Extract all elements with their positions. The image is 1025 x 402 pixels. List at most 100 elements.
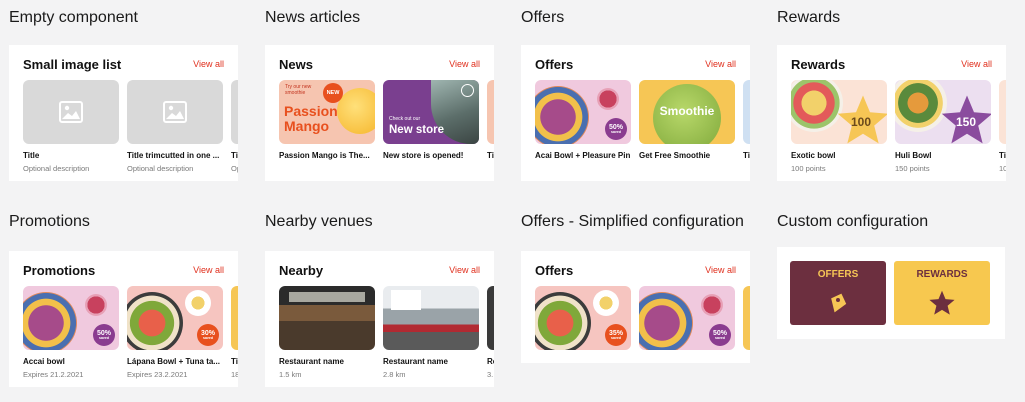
item-distance: 2.8 km	[383, 370, 406, 379]
tile-label: REWARDS	[916, 269, 968, 280]
empty-component-card: Small image list View all Title Optional…	[9, 45, 238, 181]
offer-item[interactable]	[743, 286, 750, 350]
image-icon	[163, 101, 187, 123]
news-image: Check out our New store	[383, 80, 479, 144]
offers-shortcut-tile[interactable]: OFFERS	[790, 261, 886, 325]
venue-item[interactable]: Re 3.	[487, 286, 494, 379]
offer-image	[743, 80, 750, 144]
section-title-custom: Custom configuration	[777, 213, 929, 230]
promotion-image: 30% saved	[127, 286, 223, 350]
item-title: New store is opened!	[383, 151, 464, 160]
reward-points: 100	[851, 115, 872, 129]
item-expiry: 18	[231, 370, 238, 379]
list-item[interactable]: Title trimcutted in one ... Optional des…	[127, 80, 223, 173]
image-placeholder	[23, 80, 119, 144]
side-plate	[185, 290, 211, 316]
promo-text: Smoothie	[659, 104, 715, 118]
offer-image: Smoothie	[639, 80, 735, 144]
tag-icon	[831, 293, 847, 313]
news-image: Try our new smoothie Passion Mango NEW	[279, 80, 375, 144]
item-title: Ti	[743, 151, 750, 160]
section-title-offers: Offers	[521, 9, 565, 26]
offer-item[interactable]: Ti	[743, 80, 750, 160]
discount-badge: 35% saved	[605, 324, 627, 346]
item-title: Exotic bowl	[791, 151, 836, 160]
venue-image	[487, 286, 494, 350]
item-distance: 3.	[487, 370, 494, 379]
item-title: Passion Mango is The...	[279, 151, 370, 160]
side-plate	[593, 290, 619, 316]
rewards-shortcut-tile[interactable]: REWARDS	[894, 261, 990, 325]
view-all-link[interactable]: View all	[705, 265, 736, 275]
discount-badge: 50% saved	[605, 118, 627, 140]
item-title: Ti	[231, 357, 238, 366]
view-all-link[interactable]: View all	[449, 265, 480, 275]
news-item[interactable]: Check out our New store New store is ope…	[383, 80, 479, 160]
promotion-item[interactable]: 50% saved Accai bowl Expires 21.2.2021	[23, 286, 119, 379]
item-expiry: Expires 23.2.2021	[127, 370, 188, 379]
offer-item[interactable]: 50% saved	[639, 286, 735, 350]
section-title-news: News articles	[265, 9, 361, 26]
view-all-link[interactable]: View all	[705, 59, 736, 69]
reward-image: 100	[791, 80, 887, 144]
smoothie-cup	[597, 88, 619, 110]
reward-points: 150	[956, 115, 977, 129]
item-distance: 1.5 km	[279, 370, 302, 379]
venue-item[interactable]: Restaurant name 2.8 km	[383, 286, 479, 379]
list-item[interactable]: Title Optional description	[23, 80, 119, 173]
item-title: Lápana Bowl + Tuna ta...	[127, 357, 220, 366]
item-title: Restaurant name	[279, 357, 344, 366]
item-title: Ti	[999, 151, 1006, 160]
card-heading: Small image list	[23, 56, 122, 72]
offers-simplified-card: Offers View all 35% saved 50% saved	[521, 251, 750, 363]
acai-bowl	[535, 86, 589, 144]
reward-item[interactable]: Ti 10	[999, 80, 1006, 173]
item-title: Get Free Smoothie	[639, 151, 711, 160]
promo-small-text: Check out our	[389, 116, 421, 122]
acai-bowl	[23, 292, 77, 350]
view-all-link[interactable]: View all	[449, 59, 480, 69]
item-title: Ti	[231, 151, 238, 160]
item-points: 100 points	[791, 164, 826, 173]
item-points: 10	[999, 164, 1006, 173]
reward-item[interactable]: 100 Exotic bowl 100 points	[791, 80, 887, 173]
window-light	[289, 292, 365, 302]
view-all-link[interactable]: View all	[193, 265, 224, 275]
promo-big-text: Passion Mango	[284, 103, 338, 134]
offer-image: 35% saved	[535, 286, 631, 350]
offer-image: 50% saved	[639, 286, 735, 350]
image-placeholder	[231, 80, 238, 144]
item-title: Title trimcutted in one ...	[127, 151, 220, 160]
promotion-item[interactable]: Ti 18	[231, 286, 238, 379]
item-points: 150 points	[895, 164, 930, 173]
view-all-link[interactable]: View all	[961, 59, 992, 69]
offer-item[interactable]: Smoothie Get Free Smoothie	[639, 80, 735, 160]
venue-item[interactable]: Restaurant name 1.5 km	[279, 286, 375, 379]
item-expiry: Expires 21.2.2021	[23, 370, 84, 379]
section-title-rewards: Rewards	[777, 9, 841, 26]
card-heading: Rewards	[791, 56, 846, 72]
item-title: Huli Bowl	[895, 151, 932, 160]
promo-small-text: Try our new smoothie	[285, 84, 312, 96]
card-heading: Promotions	[23, 262, 96, 278]
discount-badge: 30% saved	[197, 324, 219, 346]
list-item[interactable]: Ti Op	[231, 80, 238, 173]
news-item[interactable]: Ti	[487, 80, 494, 160]
card-heading: Offers	[535, 56, 574, 72]
item-title: Title	[23, 151, 40, 160]
view-all-link[interactable]: View all	[193, 59, 224, 69]
promotions-card: Promotions View all 50% saved Accai bowl …	[9, 251, 238, 387]
smoothie-cup	[85, 294, 107, 316]
news-item[interactable]: Try our new smoothie Passion Mango NEW P…	[279, 80, 375, 160]
item-description: Optional description	[23, 164, 90, 173]
new-badge: NEW	[323, 83, 343, 103]
offer-item[interactable]: 35% saved	[535, 286, 631, 350]
section-title-empty: Empty component	[9, 9, 138, 26]
item-title: Acai Bowl + Pleasure Pin	[535, 151, 631, 160]
lapana-bowl	[127, 292, 183, 350]
offer-item[interactable]: 50% saved Acai Bowl + Pleasure Pin	[535, 80, 631, 160]
news-image	[487, 80, 494, 144]
card-heading: Nearby	[279, 262, 324, 278]
reward-item[interactable]: 150 Huli Bowl 150 points	[895, 80, 991, 173]
promotion-item[interactable]: 30% saved Lápana Bowl + Tuna ta... Expire…	[127, 286, 223, 379]
